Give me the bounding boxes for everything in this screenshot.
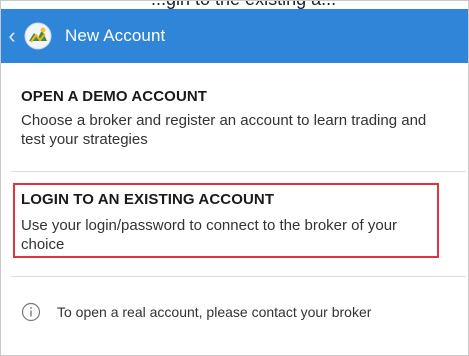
cropped-header-strip: ...gin to the existing a... bbox=[1, 1, 468, 9]
real-account-info-text: To open a real account, please contact y… bbox=[57, 304, 372, 320]
real-account-info: To open a real account, please contact y… bbox=[21, 300, 371, 324]
chevron-left-icon[interactable]: ‹ bbox=[3, 9, 21, 63]
cropped-header-text: ...gin to the existing a... bbox=[151, 1, 336, 9]
app-bar: ‹ New Account bbox=[1, 9, 468, 63]
divider bbox=[11, 276, 466, 277]
selection-highlight bbox=[13, 183, 439, 258]
open-demo-account-description: Choose a broker and register an account … bbox=[21, 112, 427, 148]
app-screen: ...gin to the existing a... ‹ New Accoun… bbox=[0, 0, 469, 356]
open-demo-account-option[interactable]: OPEN A DEMO ACCOUNT Choose a broker and … bbox=[1, 63, 468, 171]
info-circle-icon bbox=[21, 302, 41, 322]
metatrader-logo-icon[interactable] bbox=[23, 21, 53, 51]
open-demo-account-title: OPEN A DEMO ACCOUNT bbox=[21, 88, 208, 105]
page-title: New Account bbox=[65, 26, 166, 45]
